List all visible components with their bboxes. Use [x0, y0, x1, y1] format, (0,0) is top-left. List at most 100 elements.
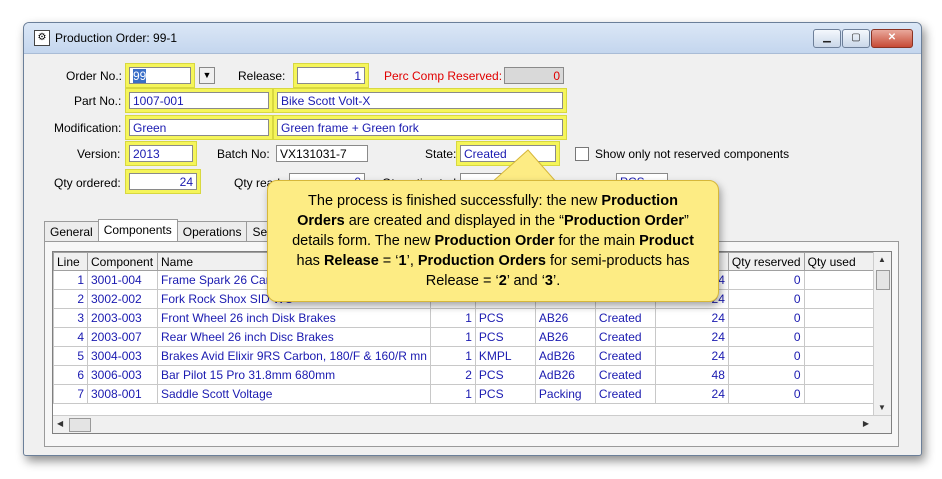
tab-strip: General Components Operations Serial — [44, 219, 290, 242]
horizontal-scrollbar[interactable]: ◀ ▶ — [53, 415, 891, 433]
table-cell[interactable]: 4 — [53, 327, 88, 347]
table-cell[interactable]: 5 — [53, 346, 88, 366]
table-cell[interactable]: AdB26 — [534, 346, 596, 366]
window-title: Production Order: 99-1 — [55, 31, 178, 45]
table-cell[interactable]: 24 — [654, 384, 729, 404]
vertical-scrollbar[interactable]: ▲ ▼ — [873, 252, 891, 415]
col-header-component[interactable]: Component — [87, 252, 158, 271]
table-cell[interactable]: 1 — [429, 346, 476, 366]
table-cell[interactable]: Bar Pilot 15 Pro 31.8mm 680mm — [157, 365, 431, 385]
app-gear-icon: ⚙ — [34, 30, 50, 46]
table-cell[interactable]: Saddle Scott Voltage — [157, 384, 431, 404]
table-cell[interactable]: 3 — [53, 308, 88, 328]
table-cell[interactable]: Rear Wheel 26 inch Disc Brakes — [157, 327, 431, 347]
order-no-field[interactable]: 99 — [129, 67, 191, 84]
table-row[interactable]: 6 3006-003 Bar Pilot 15 Pro 31.8mm 680mm 2 P… — [53, 365, 885, 385]
close-button[interactable]: ✕ — [871, 29, 913, 48]
table-cell[interactable]: AB26 — [534, 308, 596, 328]
table-cell[interactable]: Brakes Avid Elixir 9RS Carbon, 180/F & 1… — [157, 346, 431, 366]
table-cell[interactable]: 3004-003 — [87, 346, 158, 366]
title-bar[interactable]: ⚙ Production Order: 99-1 ▁ ▢ ✕ — [24, 23, 921, 54]
callout-text: ’ and ‘ — [506, 273, 545, 289]
vertical-scroll-thumb[interactable] — [876, 270, 890, 290]
table-cell[interactable]: 24 — [654, 346, 729, 366]
table-row[interactable]: 7 3008-001 Saddle Scott Voltage 1 PCS Packing… — [53, 384, 885, 404]
table-cell[interactable]: PCS — [474, 384, 536, 404]
table-cell[interactable]: 3002-002 — [87, 289, 158, 309]
table-cell[interactable]: Created — [594, 346, 656, 366]
callout-bold: Production Order — [434, 233, 555, 249]
show-not-reserved-checkbox[interactable] — [575, 147, 589, 161]
table-cell[interactable]: 0 — [727, 327, 805, 347]
col-header-qty-reserved[interactable]: Qty reserved — [727, 252, 805, 271]
table-cell[interactable]: 3008-001 — [87, 384, 158, 404]
batch-no-label: Batch No: — [217, 147, 270, 161]
table-cell[interactable]: AB26 — [534, 327, 596, 347]
table-cell[interactable]: 1 — [429, 308, 476, 328]
table-cell[interactable]: PCS — [474, 365, 536, 385]
table-cell[interactable]: Created — [594, 308, 656, 328]
table-cell[interactable]: 6 — [53, 365, 88, 385]
table-cell[interactable]: 2003-007 — [87, 327, 158, 347]
table-cell[interactable]: 0 — [727, 365, 805, 385]
qty-ordered-field[interactable]: 24 — [129, 173, 197, 190]
table-cell[interactable]: 1 — [53, 270, 88, 290]
table-cell[interactable]: 0 — [727, 346, 805, 366]
table-cell[interactable]: 0 — [727, 289, 805, 309]
batch-no-field[interactable]: VX131031-7 — [276, 145, 368, 162]
part-description-field[interactable]: Bike Scott Volt-X — [277, 92, 563, 109]
release-field[interactable]: 1 — [297, 67, 365, 84]
tab-general[interactable]: General — [44, 221, 99, 242]
table-cell[interactable]: Created — [594, 384, 656, 404]
modification-field[interactable]: Green — [129, 119, 269, 136]
table-cell[interactable]: 3001-004 — [87, 270, 158, 290]
table-cell[interactable]: 0 — [727, 384, 805, 404]
table-cell[interactable]: 24 — [654, 327, 729, 347]
table-cell[interactable]: PCS — [474, 308, 536, 328]
scroll-down-icon[interactable]: ▼ — [878, 403, 886, 412]
maximize-button[interactable]: ▢ — [842, 29, 870, 48]
table-cell[interactable]: 0 — [727, 270, 805, 290]
callout-text: ’. — [553, 273, 561, 289]
table-cell[interactable]: 1 — [429, 327, 476, 347]
table-cell[interactable]: AdB26 — [534, 365, 596, 385]
table-cell[interactable]: 2 — [53, 289, 88, 309]
perc-comp-label: Perc Comp Reserved: — [384, 69, 503, 83]
table-cell[interactable]: 24 — [654, 308, 729, 328]
col-header-line[interactable]: Line — [53, 252, 88, 271]
scroll-up-icon[interactable]: ▲ — [878, 255, 886, 264]
version-label: Version: — [77, 147, 121, 161]
table-cell[interactable]: 7 — [53, 384, 88, 404]
table-cell[interactable]: Created — [594, 365, 656, 385]
table-cell[interactable]: 48 — [654, 365, 729, 385]
callout-bold: Production Order — [563, 213, 684, 229]
version-field[interactable]: 2013 — [129, 145, 193, 162]
table-cell[interactable]: 3006-003 — [87, 365, 158, 385]
order-no-dropdown[interactable]: ▼ — [199, 67, 215, 84]
tab-components[interactable]: Components — [97, 219, 178, 242]
qty-ordered-label: Qty ordered: — [54, 176, 121, 190]
order-no-label: Order No.: — [66, 69, 123, 83]
table-cell[interactable]: PCS — [474, 327, 536, 347]
scroll-right-icon[interactable]: ▶ — [863, 419, 869, 428]
part-no-field[interactable]: 1007-001 — [129, 92, 269, 109]
table-cell[interactable]: 0 — [727, 308, 805, 328]
release-label: Release: — [238, 69, 286, 83]
tab-operations[interactable]: Operations — [176, 221, 248, 242]
table-cell[interactable]: Front Wheel 26 inch Disk Brakes — [157, 308, 431, 328]
table-cell[interactable]: 1 — [429, 384, 476, 404]
table-row[interactable]: 5 3004-003 Brakes Avid Elixir 9RS Carbon, … — [53, 346, 885, 366]
table-cell[interactable]: 2 — [429, 365, 476, 385]
callout-bold: 3 — [544, 273, 553, 289]
minimize-button[interactable]: ▁ — [813, 29, 841, 48]
table-row[interactable]: 3 2003-003 Front Wheel 26 inch Disk Brakes… — [53, 308, 885, 328]
horizontal-scroll-thumb[interactable] — [69, 418, 91, 432]
table-row[interactable]: 4 2003-007 Rear Wheel 26 inch Disc Brakes 1… — [53, 327, 885, 347]
scroll-left-icon[interactable]: ◀ — [57, 419, 63, 428]
table-cell[interactable]: Created — [594, 327, 656, 347]
callout-bold: Product — [639, 233, 694, 249]
table-cell[interactable]: Packing — [534, 384, 596, 404]
table-cell[interactable]: KMPL — [474, 346, 536, 366]
modification-description-field[interactable]: Green frame + Green fork — [277, 119, 563, 136]
table-cell[interactable]: 2003-003 — [87, 308, 158, 328]
